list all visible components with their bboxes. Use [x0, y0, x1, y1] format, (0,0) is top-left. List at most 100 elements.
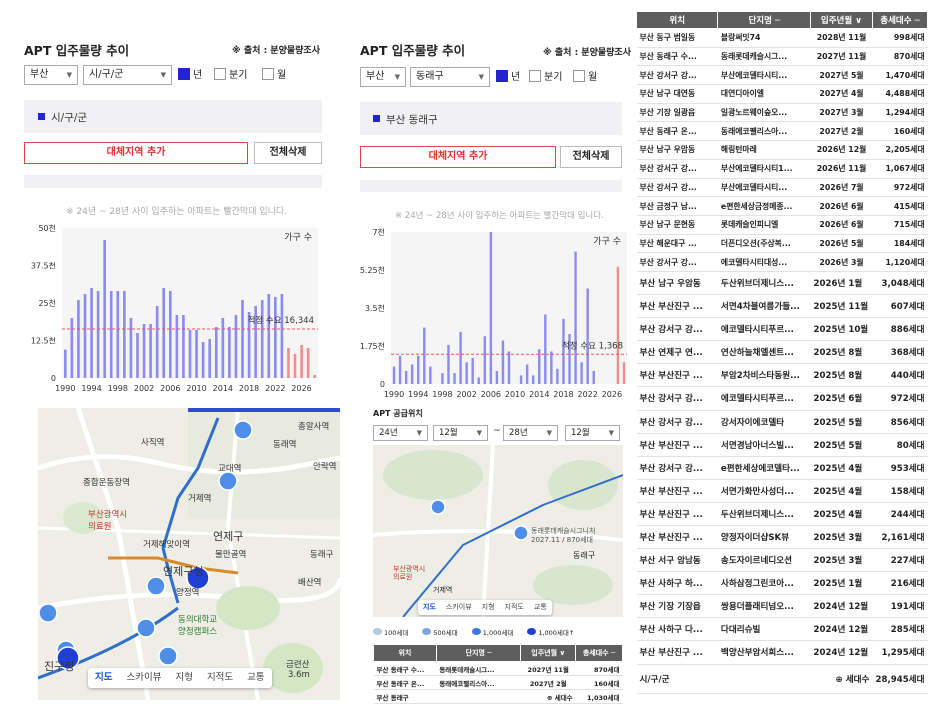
- x-tick-label: 1998: [108, 384, 128, 393]
- col-units[interactable]: 총세대수 ─: [871, 11, 929, 29]
- chevron-down-icon: ▼: [416, 429, 422, 437]
- bar: [465, 362, 468, 384]
- to-year-select[interactable]: 28년 ▼: [503, 425, 558, 441]
- cell-location: 부산 부산진구 ...: [636, 640, 718, 665]
- map-popup: 동래롯데캐슬시그니처 2027.11 / 870세대: [531, 527, 596, 544]
- tab-cadastral[interactable]: 지적도: [500, 600, 529, 615]
- period-year-checkbox[interactable]: 년: [496, 70, 520, 84]
- tab-skyview[interactable]: 스카이뷰: [119, 668, 168, 688]
- col-location[interactable]: 위치: [635, 11, 719, 29]
- tab-traffic[interactable]: 교통: [529, 600, 552, 615]
- table-row[interactable]: 부산 강서구 강... 에코델타시티푸르... 2025년 6월 972세대: [636, 386, 928, 411]
- map-tabs: 지도 스카이뷰 지형 지적도 교통: [88, 668, 272, 688]
- table-row[interactable]: 부산 사하구 다... 다대리슈빌 2024년 12월 285세대: [636, 617, 928, 642]
- table-row[interactable]: 부산 강서구 강... 부산에코델타시티... 2027년 5월 1,470세대: [636, 65, 928, 86]
- period-quarter-checkbox[interactable]: 분기: [214, 68, 247, 82]
- table-row[interactable]: 부산 강서구 강... 에코델타시티대성... 2026년 3월 1,120세대: [636, 252, 928, 272]
- table-row[interactable]: 부산 남구 문현동 롯데캐슬인피니엘 2026년 6월 715세대: [636, 215, 928, 235]
- page-title: APT 입주물량 추이: [24, 43, 130, 58]
- period-month-checkbox[interactable]: 월: [573, 70, 597, 84]
- table-row[interactable]: 부산 금정구 남... e편한세상금정메종... 2026년 6월 415세대: [636, 196, 928, 216]
- x-tick-label: 1990: [55, 384, 75, 393]
- period-year-checkbox[interactable]: 년: [178, 68, 202, 82]
- cell-units: 856세대: [872, 410, 928, 434]
- map-label: 사직역: [141, 438, 165, 448]
- chart-note: ※ 24년 ~ 28년 사이 입주하는 아파트는 빨간막대 입니다.: [395, 211, 604, 221]
- col-location[interactable]: 위치: [373, 644, 437, 662]
- gray-strip: [360, 180, 622, 192]
- table-row[interactable]: 부산 강서구 강... 에코델타시티푸르... 2025년 10월 886세대: [636, 317, 928, 342]
- district-select[interactable]: 시/구/군 ▼: [83, 65, 172, 85]
- cell-complex: 블랑써밋74: [717, 28, 811, 48]
- tab-traffic[interactable]: 교통: [240, 668, 271, 688]
- col-complex[interactable]: 단지명 ─: [435, 644, 522, 662]
- district-select[interactable]: 동래구 ▼: [410, 67, 490, 87]
- table-row[interactable]: 부산 강서구 강... 강서자이에코델타 2025년 5월 856세대: [636, 410, 928, 434]
- y-tick-label: 25천: [38, 298, 56, 308]
- table-row[interactable]: 부산 강서구 강... 부산에코델타시티... 2026년 7월 972세대: [636, 178, 928, 198]
- legend-item: 1,000세대↑: [527, 627, 574, 637]
- col-date[interactable]: 입주년월 ∨: [810, 11, 873, 29]
- table-row[interactable]: 부산 강서구 강... 부산에코델타시티1... 2026년 11월 1,067세대: [636, 159, 928, 179]
- table-row[interactable]: 부산 동래구 온... 동래에코팰리스아... 2027년 2월 160세대: [636, 121, 928, 142]
- add-region-button[interactable]: 대체지역 추가: [360, 146, 556, 168]
- tab-map[interactable]: 지도: [418, 600, 441, 615]
- table-row[interactable]: 부산 사하구 하... 사하삼정그린코아... 2025년 1월 216세대: [636, 571, 928, 596]
- cell-units: 80세대: [872, 433, 928, 457]
- period-month-checkbox[interactable]: 월: [262, 68, 286, 82]
- table-row[interactable]: 부산 부산진구 ... 부암2차비스타동원... 2025년 8월 440세대: [636, 363, 928, 388]
- tab-map[interactable]: 지도: [88, 668, 119, 688]
- tab-skyview[interactable]: 스카이뷰: [441, 600, 477, 615]
- table-row[interactable]: 부산 부산진구 ... 두산위브더제니스... 2025년 4월 244세대: [636, 502, 928, 526]
- table-row[interactable]: 부산 부산진구 ... 양정자이더샵SK뷰 2025년 3월 2,161세대: [636, 525, 928, 550]
- table-row[interactable]: 부산 강서구 강... e편한세상에코델타... 2025년 4월 953세대: [636, 456, 928, 480]
- table-row[interactable]: 부산 동래구 온... 동래에코팰리스아... 2027년 2월 160세대: [373, 675, 623, 690]
- table-row[interactable]: 부산 해운대구 ... 더픈디오션(주상복... 2026년 5월 184세대: [636, 234, 928, 254]
- tab-terrain[interactable]: 지형: [477, 600, 500, 615]
- table-row[interactable]: 부산 부산진구 ... 서면경남아너스빌... 2025년 5월 80세대: [636, 433, 928, 457]
- period-quarter-checkbox[interactable]: 분기: [529, 70, 562, 84]
- cell-units: 972세대: [872, 178, 928, 198]
- tab-cadastral[interactable]: 지적도: [200, 668, 240, 688]
- bar: [544, 314, 547, 384]
- cell-date: 2027년 2월: [810, 121, 873, 142]
- tab-terrain[interactable]: 지형: [168, 668, 199, 688]
- delete-all-button[interactable]: 전체삭제: [254, 142, 322, 164]
- table-row[interactable]: 부산 남구 우암동 해링턴마레 2026년 12월 2,205세대: [636, 140, 928, 160]
- table-row[interactable]: 부산 동래구 수... 동래롯데캐슬시그... 2027년 11월 870세대: [636, 47, 928, 67]
- to-month-select[interactable]: 12월 ▼: [565, 425, 620, 441]
- map-label: 연제구청: [163, 565, 204, 578]
- delete-all-button[interactable]: 전체삭제: [560, 146, 622, 168]
- bar: [300, 345, 303, 378]
- table-row[interactable]: 부산 부산진구 ... 서면가화만사성더... 2025년 4월 158세대: [636, 479, 928, 503]
- from-year-select[interactable]: 24년 ▼: [373, 425, 428, 441]
- from-month-select[interactable]: 12월 ▼: [433, 425, 488, 441]
- checkbox-icon: [529, 70, 541, 82]
- table-row[interactable]: 부산 동구 범일동 블랑써밋74 2028년 11월 998세대: [636, 28, 928, 48]
- table-row[interactable]: 부산 서구 암남동 송도자이르네디오션 2025년 3월 227세대: [636, 548, 928, 573]
- table-row[interactable]: 부산 동래구 수... 동래롯데캐슬시그... 2027년 11월 870세대: [373, 661, 623, 676]
- table-row[interactable]: 부산 남구 대연동 대연디아이엘 2027년 4월 4,488세대: [636, 84, 928, 104]
- col-units[interactable]: 총세대수 ─: [575, 644, 623, 662]
- table-row[interactable]: 부산 남구 우암동 두산위브더제니스... 2026년 1월 3,048세대: [636, 271, 928, 296]
- table-row[interactable]: 부산 부산진구 ... 백양산부암서희스... 2024년 12월 1,295세대: [636, 640, 928, 665]
- bar: [580, 362, 583, 384]
- map-middle[interactable]: 동래롯데캐슬시그니처 2027.11 / 870세대 동래구 부산광역시 의료원…: [373, 445, 623, 617]
- cell-location: 부산 사하구 하...: [636, 571, 718, 596]
- cell-location: 부산 부산진구 ...: [636, 502, 718, 526]
- map-left[interactable]: 사직역 동래역 총알사역 교대역 안락역 종합운동장역 거제역 부산광역시 의료…: [38, 408, 340, 700]
- table-row[interactable]: 부산 기장 기장읍 쌍용더플래티넘오... 2024년 12월 191세대: [636, 594, 928, 619]
- table-row[interactable]: 부산 기장 일광읍 일광노르웨이숲오... 2027년 3월 1,294세대: [636, 103, 928, 123]
- table-row[interactable]: 부산 부산진구 ... 서면4차블여름가들... 2025년 11월 607세대: [636, 294, 928, 319]
- cell-complex: 백양산부암서희스...: [717, 640, 811, 665]
- cell-units: 160세대: [575, 675, 623, 690]
- cell-complex: 롯데캐슬인피니엘: [717, 215, 811, 235]
- bar: [562, 318, 565, 384]
- bar: [83, 294, 87, 378]
- region-select[interactable]: 부산 ▼: [24, 65, 78, 85]
- col-date[interactable]: 입주년월 ∨: [520, 644, 577, 662]
- col-complex[interactable]: 단지명 ─: [717, 11, 812, 29]
- region-select[interactable]: 부산 ▼: [360, 67, 406, 87]
- add-region-button[interactable]: 대체지역 추가: [24, 142, 248, 164]
- table-row[interactable]: 부산 연제구 연... 연산하늘채엘센트... 2025년 8월 368세대: [636, 340, 928, 365]
